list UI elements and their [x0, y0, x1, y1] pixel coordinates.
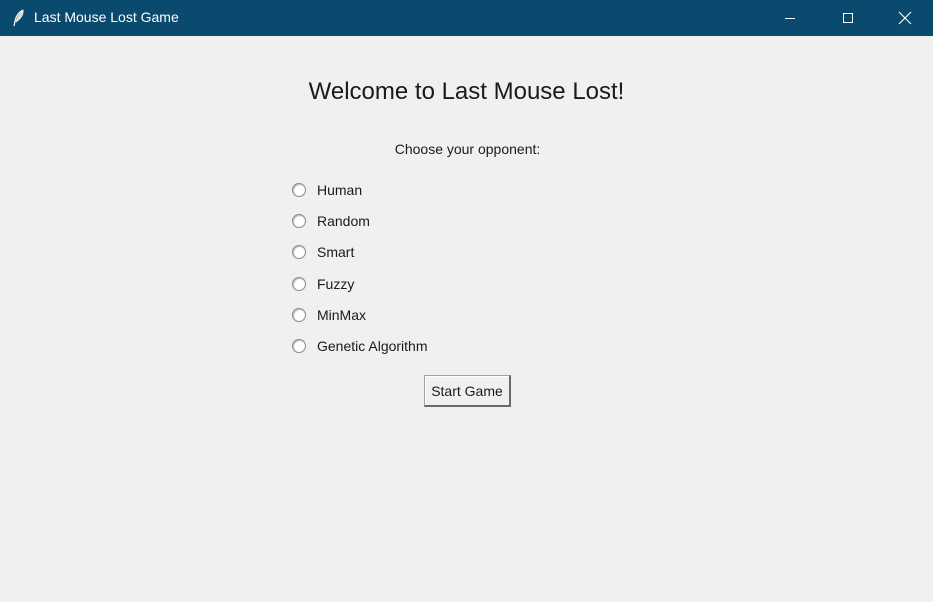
feather-icon	[13, 9, 24, 27]
minimize-icon	[785, 18, 795, 19]
radio-button[interactable]	[292, 214, 306, 228]
window-title: Last Mouse Lost Game	[34, 9, 179, 25]
welcome-heading: Welcome to Last Mouse Lost!	[308, 78, 625, 105]
option-label: Genetic Algorithm	[317, 337, 428, 354]
radio-button[interactable]	[292, 339, 306, 353]
start-game-button[interactable]: Start Game	[424, 375, 511, 407]
opponent-option-human[interactable]: Human	[292, 180, 362, 200]
title-bar[interactable]: Last Mouse Lost Game	[0, 0, 933, 36]
close-icon	[898, 11, 912, 25]
radio-button[interactable]	[292, 277, 306, 291]
opponent-option-genetic-algorithm[interactable]: Genetic Algorithm	[292, 336, 428, 356]
maximize-icon	[843, 13, 853, 23]
radio-button[interactable]	[292, 308, 306, 322]
opponent-option-minmax[interactable]: MinMax	[292, 305, 366, 325]
radio-button[interactable]	[292, 245, 306, 259]
option-label: MinMax	[317, 306, 367, 323]
option-label: Fuzzy	[317, 275, 355, 292]
radio-button[interactable]	[292, 183, 306, 197]
option-label: Human	[317, 181, 363, 198]
opponent-option-fuzzy[interactable]: Fuzzy	[292, 274, 354, 294]
close-button[interactable]	[877, 0, 933, 36]
option-label: Random	[317, 212, 370, 229]
app-window: Last Mouse Lost Game Welcome to Last Mou…	[0, 0, 933, 602]
maximize-button[interactable]	[819, 0, 877, 36]
minimize-button[interactable]	[761, 0, 819, 36]
option-label: Smart	[317, 243, 355, 260]
opponent-option-random[interactable]: Random	[292, 211, 370, 231]
opponent-prompt: Choose your opponent:	[394, 141, 541, 157]
opponent-option-smart[interactable]: Smart	[292, 242, 354, 262]
